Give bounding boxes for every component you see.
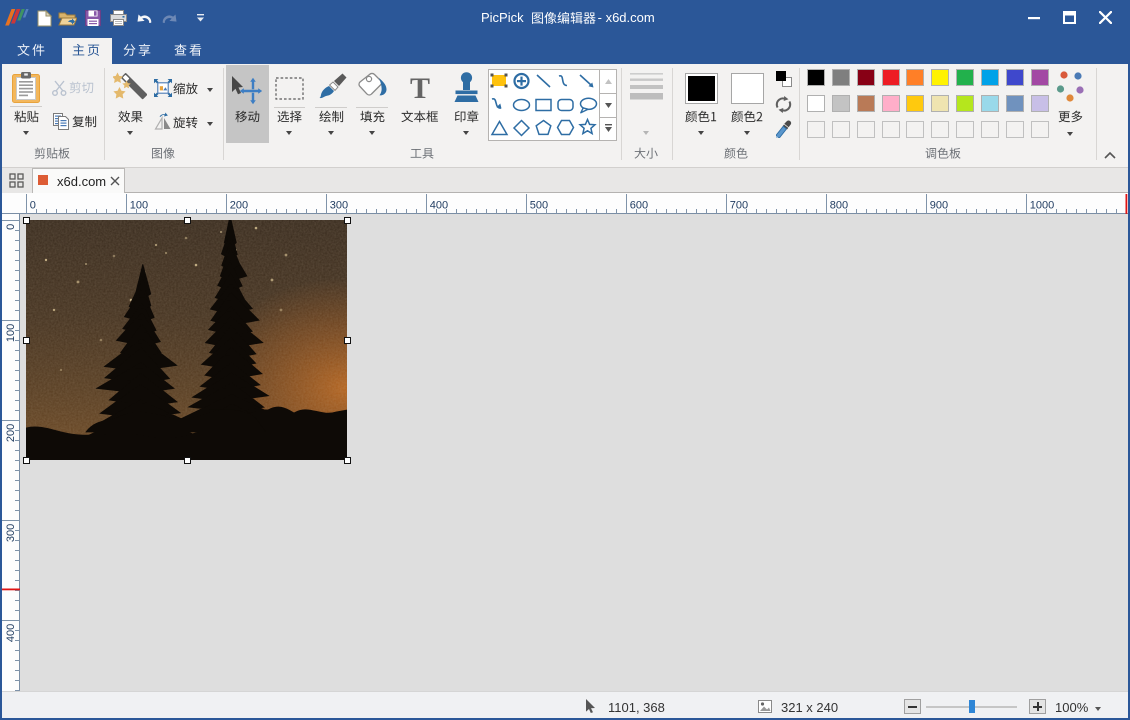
svg-text:200: 200: [5, 424, 17, 442]
svg-text:200: 200: [230, 200, 248, 212]
svg-text:300: 300: [330, 200, 348, 212]
svg-text:800: 800: [830, 200, 848, 212]
svg-text:1000: 1000: [1030, 200, 1054, 212]
svg-text:0: 0: [30, 200, 36, 212]
svg-text:600: 600: [630, 200, 648, 212]
svg-text:100: 100: [5, 324, 17, 342]
svg-text:700: 700: [730, 200, 748, 212]
svg-text:0: 0: [5, 224, 17, 230]
svg-text:400: 400: [430, 200, 448, 212]
svg-text:900: 900: [930, 200, 948, 212]
svg-text:400: 400: [5, 624, 17, 642]
svg-text:500: 500: [530, 200, 548, 212]
svg-text:300: 300: [5, 524, 17, 542]
svg-text:100: 100: [130, 200, 148, 212]
